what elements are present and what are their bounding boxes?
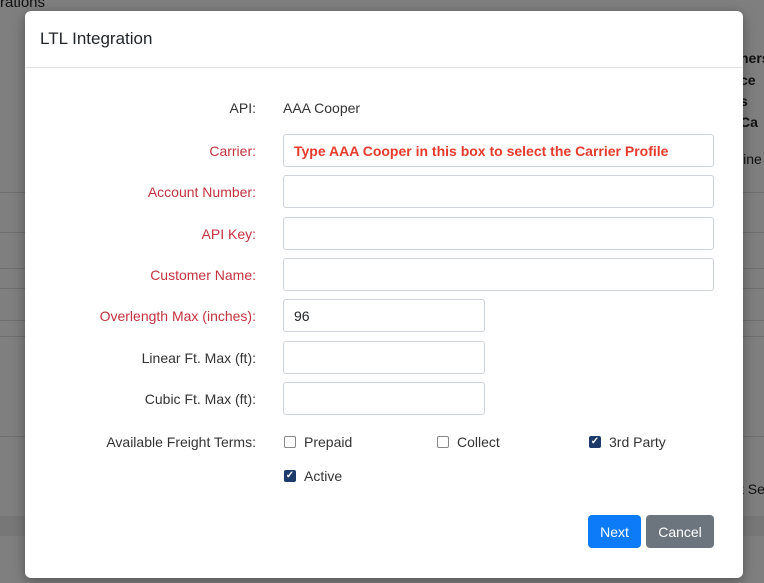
cancel-button[interactable]: Cancel [646, 515, 714, 548]
api-key-label: API Key: [201, 225, 256, 242]
overlength-max-row: Overlength Max (inches): [25, 299, 743, 332]
carrier-label: Carrier: [209, 142, 256, 159]
overlength-max-label: Overlength Max (inches): [99, 307, 256, 324]
carrier-input[interactable] [283, 134, 714, 167]
third-party-checkbox-box[interactable] [589, 436, 601, 448]
ltl-integration-modal: LTL Integration API: AAA Cooper Carrier:… [25, 11, 743, 578]
account-number-row: Account Number: [25, 175, 743, 208]
cubic-ft-max-label: Cubic Ft. Max (ft): [144, 390, 256, 407]
modal-title: LTL Integration [40, 29, 153, 48]
carrier-row: Carrier: [25, 134, 743, 167]
cubic-ft-max-input[interactable] [283, 382, 485, 415]
overlength-max-input[interactable] [283, 299, 485, 332]
customer-name-label: Customer Name: [150, 266, 256, 283]
active-checkbox-label: Active [304, 468, 343, 484]
prepaid-checkbox[interactable]: Prepaid [284, 434, 352, 450]
api-value: AAA Cooper [283, 100, 361, 116]
linear-ft-max-input[interactable] [283, 341, 485, 374]
active-checkbox[interactable]: Active [284, 468, 342, 484]
account-number-label: Account Number: [147, 183, 256, 200]
third-party-checkbox-label: 3rd Party [609, 434, 666, 450]
collect-checkbox-box[interactable] [437, 436, 449, 448]
linear-ft-max-row: Linear Ft. Max (ft): [25, 341, 743, 374]
third-party-checkbox[interactable]: 3rd Party [589, 434, 666, 450]
collect-checkbox[interactable]: Collect [437, 434, 500, 450]
api-label: API: [229, 100, 256, 116]
cubic-ft-max-row: Cubic Ft. Max (ft): [25, 382, 743, 415]
freight-terms-label: Available Freight Terms: [106, 434, 256, 450]
prepaid-checkbox-label: Prepaid [304, 434, 353, 450]
account-number-input[interactable] [283, 175, 714, 208]
active-row: Active [25, 465, 743, 487]
collect-checkbox-label: Collect [457, 434, 500, 450]
active-checkbox-box[interactable] [284, 470, 296, 482]
customer-name-input[interactable] [283, 258, 714, 291]
api-row: API: AAA Cooper [25, 97, 743, 119]
linear-ft-max-label: Linear Ft. Max (ft): [141, 349, 256, 366]
next-button[interactable]: Next [588, 515, 641, 548]
customer-name-row: Customer Name: [25, 258, 743, 291]
api-key-row: API Key: [25, 217, 743, 250]
api-key-input[interactable] [283, 217, 714, 250]
prepaid-checkbox-box[interactable] [284, 436, 296, 448]
modal-header: LTL Integration [25, 11, 743, 68]
freight-terms-row: Available Freight Terms: Prepaid Collect… [25, 431, 743, 453]
